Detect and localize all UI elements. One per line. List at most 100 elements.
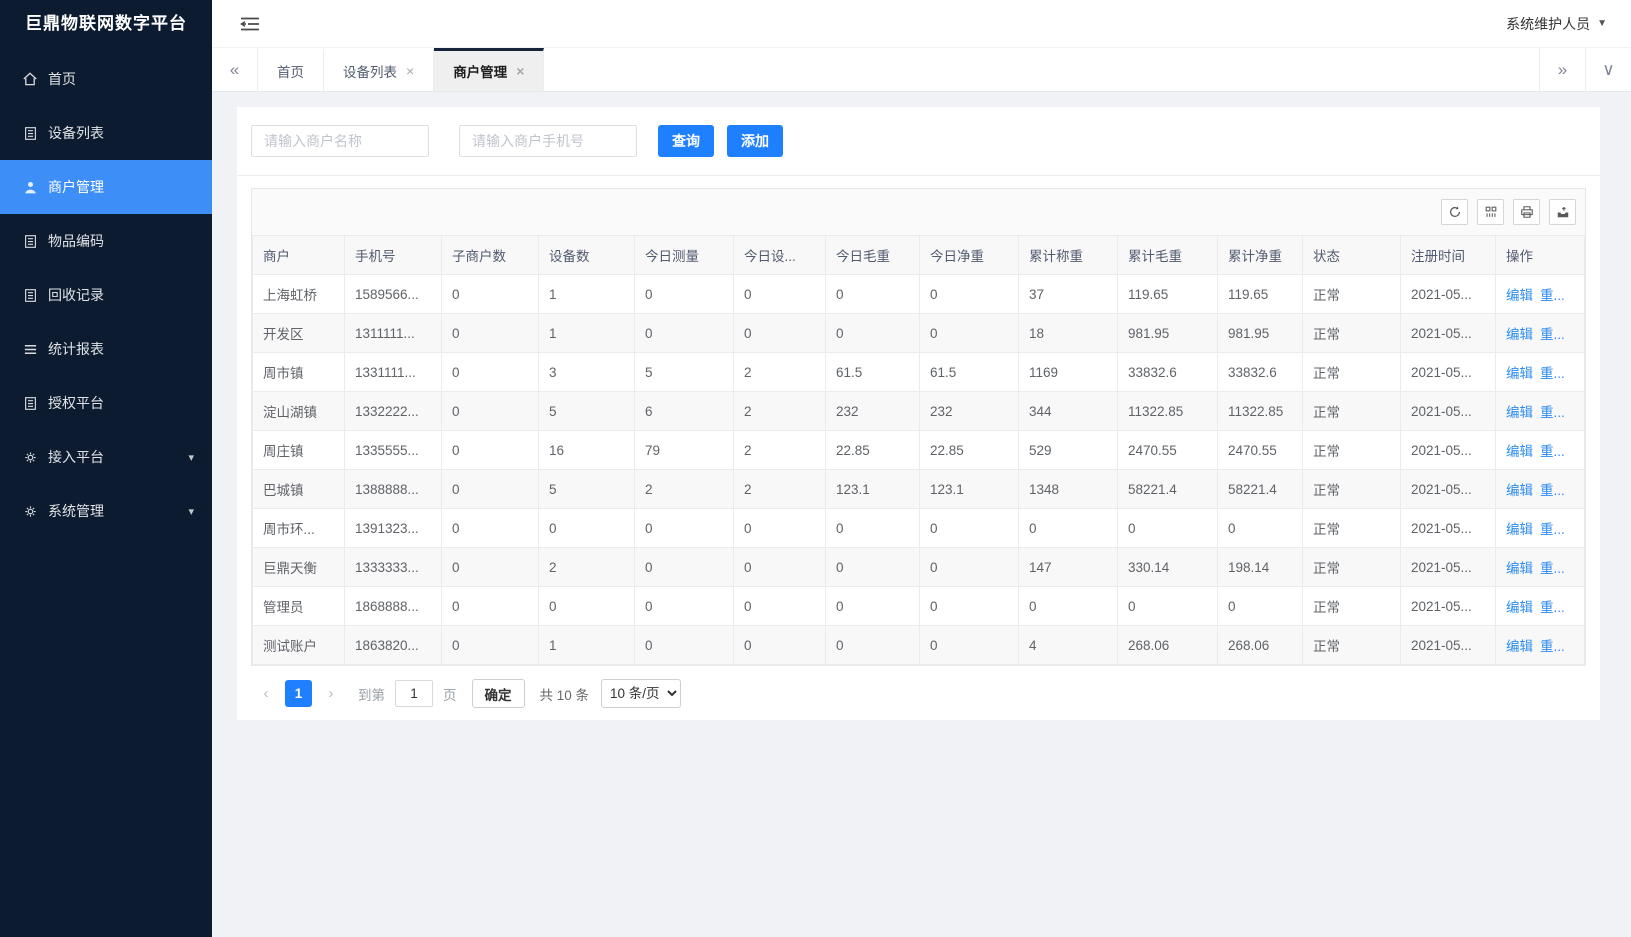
- table-cell: 2021-05...: [1401, 509, 1496, 548]
- total-count-label: 共 10 条: [540, 684, 590, 704]
- table-cell: 232: [920, 392, 1019, 431]
- close-icon[interactable]: ×: [406, 64, 414, 78]
- sidebar-item-label: 回收记录: [48, 285, 104, 305]
- action-link[interactable]: 编辑: [1506, 288, 1533, 303]
- action-link[interactable]: 重...: [1540, 639, 1565, 654]
- sidebar-item-access-platform[interactable]: 接入平台 ▾: [0, 430, 212, 484]
- sidebar-item-item-code[interactable]: 物品编码: [0, 214, 212, 268]
- refresh-icon[interactable]: [1441, 199, 1468, 225]
- table-cell: 0: [734, 314, 826, 353]
- tabs-scroll-right-icon[interactable]: »: [1539, 48, 1585, 91]
- action-link[interactable]: 重...: [1540, 600, 1565, 615]
- action-link[interactable]: 重...: [1540, 444, 1565, 459]
- table-cell: 11322.85: [1218, 392, 1303, 431]
- action-link[interactable]: 编辑: [1506, 561, 1533, 576]
- table-cell: 0: [539, 509, 635, 548]
- confirm-page-button[interactable]: 确定: [472, 679, 525, 708]
- merchant-name-input[interactable]: [251, 125, 429, 157]
- chevron-down-icon: ▼: [1597, 18, 1607, 29]
- close-icon[interactable]: ×: [516, 64, 524, 78]
- add-button[interactable]: 添加: [727, 125, 783, 157]
- table-cell: 0: [1218, 587, 1303, 626]
- merchant-panel: 查询 添加: [237, 107, 1600, 720]
- query-button[interactable]: 查询: [658, 125, 714, 157]
- next-page-icon[interactable]: ›: [320, 685, 342, 702]
- action-link[interactable]: 重...: [1540, 288, 1565, 303]
- action-link[interactable]: 编辑: [1506, 327, 1533, 342]
- sidebar-item-device-list[interactable]: 设备列表: [0, 106, 212, 160]
- clipboard-icon: [22, 233, 38, 249]
- table-cell: 正常: [1303, 470, 1401, 509]
- action-link[interactable]: 重...: [1540, 405, 1565, 420]
- sidebar-item-recycle-records[interactable]: 回收记录: [0, 268, 212, 322]
- table-cell: 61.5: [920, 353, 1019, 392]
- table-cell: 0: [826, 548, 920, 587]
- current-page-button[interactable]: 1: [285, 680, 312, 707]
- page-size-select[interactable]: 10 条/页: [601, 679, 681, 708]
- home-icon: [22, 71, 38, 87]
- table-cell: 33832.6: [1118, 353, 1218, 392]
- sidebar-item-merchant-management[interactable]: 商户管理: [0, 160, 212, 214]
- goto-page-input[interactable]: [395, 680, 433, 707]
- sidebar-item-statistics-report[interactable]: 统计报表: [0, 322, 212, 376]
- action-link[interactable]: 编辑: [1506, 639, 1533, 654]
- columns-settings-icon[interactable]: [1477, 199, 1504, 225]
- table-cell: 正常: [1303, 626, 1401, 665]
- sidebar-item-home[interactable]: 首页: [0, 52, 212, 106]
- column-header: 今日测量: [635, 236, 734, 275]
- actions-cell: 编辑重...: [1496, 626, 1585, 665]
- sidebar-item-authorization-platform[interactable]: 授权平台: [0, 376, 212, 430]
- action-link[interactable]: 编辑: [1506, 405, 1533, 420]
- table-row: 管理员1868888...000000000正常2021-05...编辑重...: [253, 587, 1585, 626]
- user-menu[interactable]: 系统维护人员 ▼: [1506, 14, 1607, 34]
- table-cell: 6: [635, 392, 734, 431]
- table-cell: 0: [920, 314, 1019, 353]
- table-cell: 0: [442, 470, 539, 509]
- table-cell: 上海虹桥: [253, 275, 345, 314]
- table-cell: 119.65: [1118, 275, 1218, 314]
- tab-label: 商户管理: [453, 61, 507, 81]
- table-cell: 1348: [1019, 470, 1118, 509]
- search-row: 查询 添加: [237, 107, 1600, 176]
- tabbar-spacer: [544, 48, 1539, 91]
- tabs-scroll-left-icon[interactable]: «: [212, 48, 258, 91]
- tab-device-list[interactable]: 设备列表 ×: [324, 48, 434, 91]
- print-icon[interactable]: [1513, 199, 1540, 225]
- merchant-phone-input[interactable]: [459, 125, 637, 157]
- action-link[interactable]: 编辑: [1506, 600, 1533, 615]
- export-icon[interactable]: [1549, 199, 1576, 225]
- tab-merchant-management[interactable]: 商户管理 ×: [434, 48, 544, 91]
- tab-home[interactable]: 首页: [258, 48, 324, 91]
- table-cell: 1169: [1019, 353, 1118, 392]
- prev-page-icon[interactable]: ‹: [255, 685, 277, 702]
- collapse-sidebar-icon[interactable]: [240, 16, 260, 32]
- table-cell: 周市镇: [253, 353, 345, 392]
- gear-icon: [22, 449, 38, 465]
- tabs-menu-icon[interactable]: ∨: [1585, 48, 1631, 91]
- content-area: 查询 添加: [212, 92, 1631, 937]
- action-link[interactable]: 重...: [1540, 327, 1565, 342]
- action-link[interactable]: 编辑: [1506, 366, 1533, 381]
- action-link[interactable]: 重...: [1540, 366, 1565, 381]
- table-cell: 16: [539, 431, 635, 470]
- action-link[interactable]: 重...: [1540, 483, 1565, 498]
- table-cell: 981.95: [1218, 314, 1303, 353]
- table-cell: 330.14: [1118, 548, 1218, 587]
- table-cell: 232: [826, 392, 920, 431]
- action-link[interactable]: 重...: [1540, 561, 1565, 576]
- table-cell: 正常: [1303, 275, 1401, 314]
- table-cell: 0: [635, 275, 734, 314]
- action-link[interactable]: 编辑: [1506, 444, 1533, 459]
- chevron-down-icon: ▾: [188, 451, 194, 464]
- table-row: 开发区1311111...01000018981.95981.95正常2021-…: [253, 314, 1585, 353]
- table-cell: 1589566...: [345, 275, 442, 314]
- table-row: 周市环...1391323...000000000正常2021-05...编辑重…: [253, 509, 1585, 548]
- actions-cell: 编辑重...: [1496, 392, 1585, 431]
- table-row: 淀山湖镇1332222...056223223234411322.8511322…: [253, 392, 1585, 431]
- action-link[interactable]: 编辑: [1506, 483, 1533, 498]
- sidebar-item-system-management[interactable]: 系统管理 ▾: [0, 484, 212, 538]
- table-cell: 0: [734, 626, 826, 665]
- action-link[interactable]: 重...: [1540, 522, 1565, 537]
- action-link[interactable]: 编辑: [1506, 522, 1533, 537]
- table-cell: 0: [734, 548, 826, 587]
